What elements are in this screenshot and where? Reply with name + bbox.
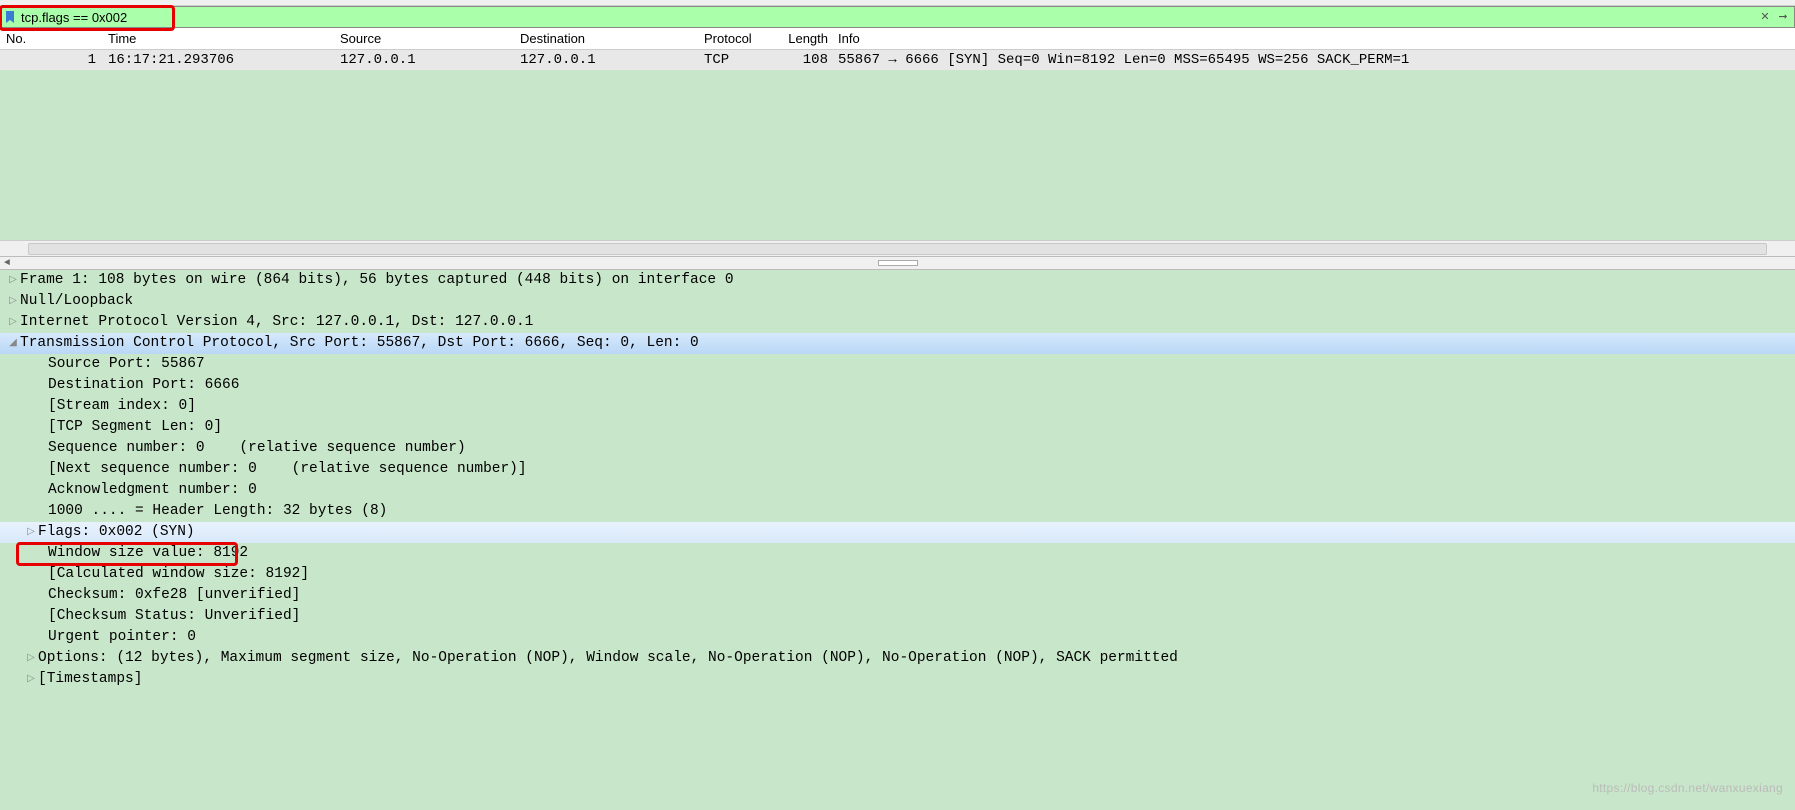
cell-time: 16:17:21.293706 <box>108 52 340 68</box>
cell-destination: 127.0.0.1 <box>520 52 704 68</box>
column-header-info[interactable]: Info <box>834 31 1795 46</box>
tree-tcp-options[interactable]: ▷ Options: (12 bytes), Maximum segment s… <box>0 648 1795 669</box>
clear-filter-icon[interactable]: ✕ <box>1758 10 1772 24</box>
tree-segment-len[interactable]: [TCP Segment Len: 0] <box>0 417 1795 438</box>
packet-details-pane[interactable]: ▷ Frame 1: 108 bytes on wire (864 bits),… <box>0 270 1795 810</box>
column-header-no[interactable]: No. <box>0 31 108 46</box>
packet-row[interactable]: 1 16:17:21.293706 127.0.0.1 127.0.0.1 TC… <box>0 50 1795 70</box>
tree-destination-port[interactable]: Destination Port: 6666 <box>0 375 1795 396</box>
tree-header-length[interactable]: 1000 .... = Header Length: 32 bytes (8) <box>0 501 1795 522</box>
tree-tcp-flags-label: Flags: 0x002 (SYN) <box>38 522 195 543</box>
tree-next-sequence[interactable]: [Next sequence number: 0 (relative seque… <box>0 459 1795 480</box>
apply-filter-icon[interactable]: ➞ <box>1776 10 1790 24</box>
expand-arrow-icon[interactable]: ▷ <box>6 312 20 333</box>
expand-arrow-icon[interactable]: ▷ <box>24 669 38 690</box>
tree-ack-number[interactable]: Acknowledgment number: 0 <box>0 480 1795 501</box>
watermark-text: https://blog.csdn.net/wanxuexiang <box>1592 781 1783 795</box>
tree-stream-index[interactable]: [Stream index: 0] <box>0 396 1795 417</box>
tree-null-loopback-label: Null/Loopback <box>20 291 133 312</box>
packet-list-pane[interactable]: 1 16:17:21.293706 127.0.0.1 127.0.0.1 TC… <box>0 50 1795 240</box>
tree-checksum[interactable]: Checksum: 0xfe28 [unverified] <box>0 585 1795 606</box>
tree-ip[interactable]: ▷ Internet Protocol Version 4, Src: 127.… <box>0 312 1795 333</box>
column-header-time[interactable]: Time <box>108 31 340 46</box>
cell-source: 127.0.0.1 <box>340 52 520 68</box>
display-filter-input[interactable] <box>19 10 1758 25</box>
expand-arrow-icon[interactable]: ▷ <box>6 270 20 291</box>
tree-frame[interactable]: ▷ Frame 1: 108 bytes on wire (864 bits),… <box>0 270 1795 291</box>
tree-tcp-flags[interactable]: ▷ Flags: 0x002 (SYN) <box>0 522 1795 543</box>
tree-source-port[interactable]: Source Port: 55867 <box>0 354 1795 375</box>
tree-tcp-label: Transmission Control Protocol, Src Port:… <box>20 333 699 354</box>
column-header-length[interactable]: Length <box>774 31 834 46</box>
tree-sequence-number[interactable]: Sequence number: 0 (relative sequence nu… <box>0 438 1795 459</box>
expand-arrow-icon[interactable]: ▷ <box>6 291 20 312</box>
tree-tcp-timestamps[interactable]: ▷ [Timestamps] <box>0 669 1795 690</box>
bookmark-icon[interactable] <box>3 10 17 24</box>
display-filter-bar[interactable]: ✕ ➞ <box>0 6 1795 28</box>
tree-window-size[interactable]: Window size value: 8192 <box>0 543 1795 564</box>
cell-no: 1 <box>0 52 108 68</box>
tree-calc-window-size[interactable]: [Calculated window size: 8192] <box>0 564 1795 585</box>
column-header-protocol[interactable]: Protocol <box>704 31 774 46</box>
splitter-arrow-icon: ◄ <box>4 258 10 269</box>
tree-tcp[interactable]: ◢ Transmission Control Protocol, Src Por… <box>0 333 1795 354</box>
tree-checksum-status[interactable]: [Checksum Status: Unverified] <box>0 606 1795 627</box>
cell-info: 55867 → 6666 [SYN] Seq=0 Win=8192 Len=0 … <box>834 52 1795 68</box>
cell-length: 108 <box>774 52 834 68</box>
column-header-destination[interactable]: Destination <box>520 31 704 46</box>
packet-list-header[interactable]: No. Time Source Destination Protocol Len… <box>0 28 1795 50</box>
collapse-arrow-icon[interactable]: ◢ <box>6 333 20 354</box>
column-header-source[interactable]: Source <box>340 31 520 46</box>
tree-frame-label: Frame 1: 108 bytes on wire (864 bits), 5… <box>20 270 734 291</box>
scrollbar-thumb[interactable] <box>28 243 1767 255</box>
filter-bar-controls: ✕ ➞ <box>1758 10 1794 24</box>
cell-protocol: TCP <box>704 52 774 68</box>
expand-arrow-icon[interactable]: ▷ <box>24 648 38 669</box>
tree-urgent-pointer[interactable]: Urgent pointer: 0 <box>0 627 1795 648</box>
pane-splitter[interactable]: ◄ <box>0 256 1795 270</box>
tree-null-loopback[interactable]: ▷ Null/Loopback <box>0 291 1795 312</box>
expand-arrow-icon[interactable]: ▷ <box>24 522 38 543</box>
tree-ip-label: Internet Protocol Version 4, Src: 127.0.… <box>20 312 533 333</box>
splitter-handle[interactable] <box>878 260 918 266</box>
horizontal-scrollbar[interactable] <box>0 240 1795 256</box>
